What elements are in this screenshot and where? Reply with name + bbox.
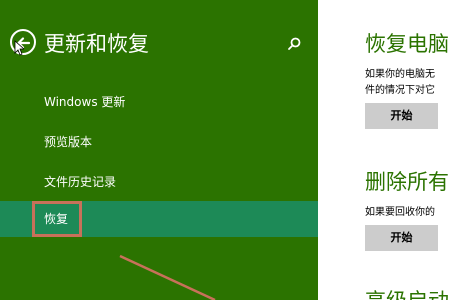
- reset-pc-description-line-1: 如果你的电脑无: [365, 69, 435, 80]
- search-icon[interactable]: [286, 36, 302, 52]
- reset-pc-heading: 恢复电脑: [365, 32, 449, 56]
- mouse-cursor-icon: [14, 40, 24, 56]
- sidebar-item-preview-builds[interactable]: 预览版本: [0, 124, 318, 160]
- recovery-panel: 恢复电脑 如果你的电脑无 件的情况下对它 开始 删除所有 如果要回收你的 开始 …: [318, 0, 450, 300]
- reset-pc-start-button[interactable]: 开始: [365, 103, 438, 129]
- remove-everything-start-button[interactable]: 开始: [365, 225, 438, 251]
- remove-everything-description: 如果要回收你的: [365, 207, 435, 218]
- reset-pc-description-line-2: 件的情况下对它: [365, 85, 435, 96]
- advanced-startup-heading: 高级启动: [365, 285, 449, 300]
- sidebar-item-file-history[interactable]: 文件历史记录: [0, 164, 318, 200]
- annotation-highlight-box: [32, 201, 82, 237]
- remove-everything-heading: 删除所有: [365, 170, 449, 194]
- sidebar-item-windows-update[interactable]: Windows 更新: [0, 84, 318, 120]
- sidebar: 更新和恢复 Windows 更新 预览版本 文件历史记录 恢复: [0, 0, 318, 300]
- page-title: 更新和恢复: [44, 32, 149, 56]
